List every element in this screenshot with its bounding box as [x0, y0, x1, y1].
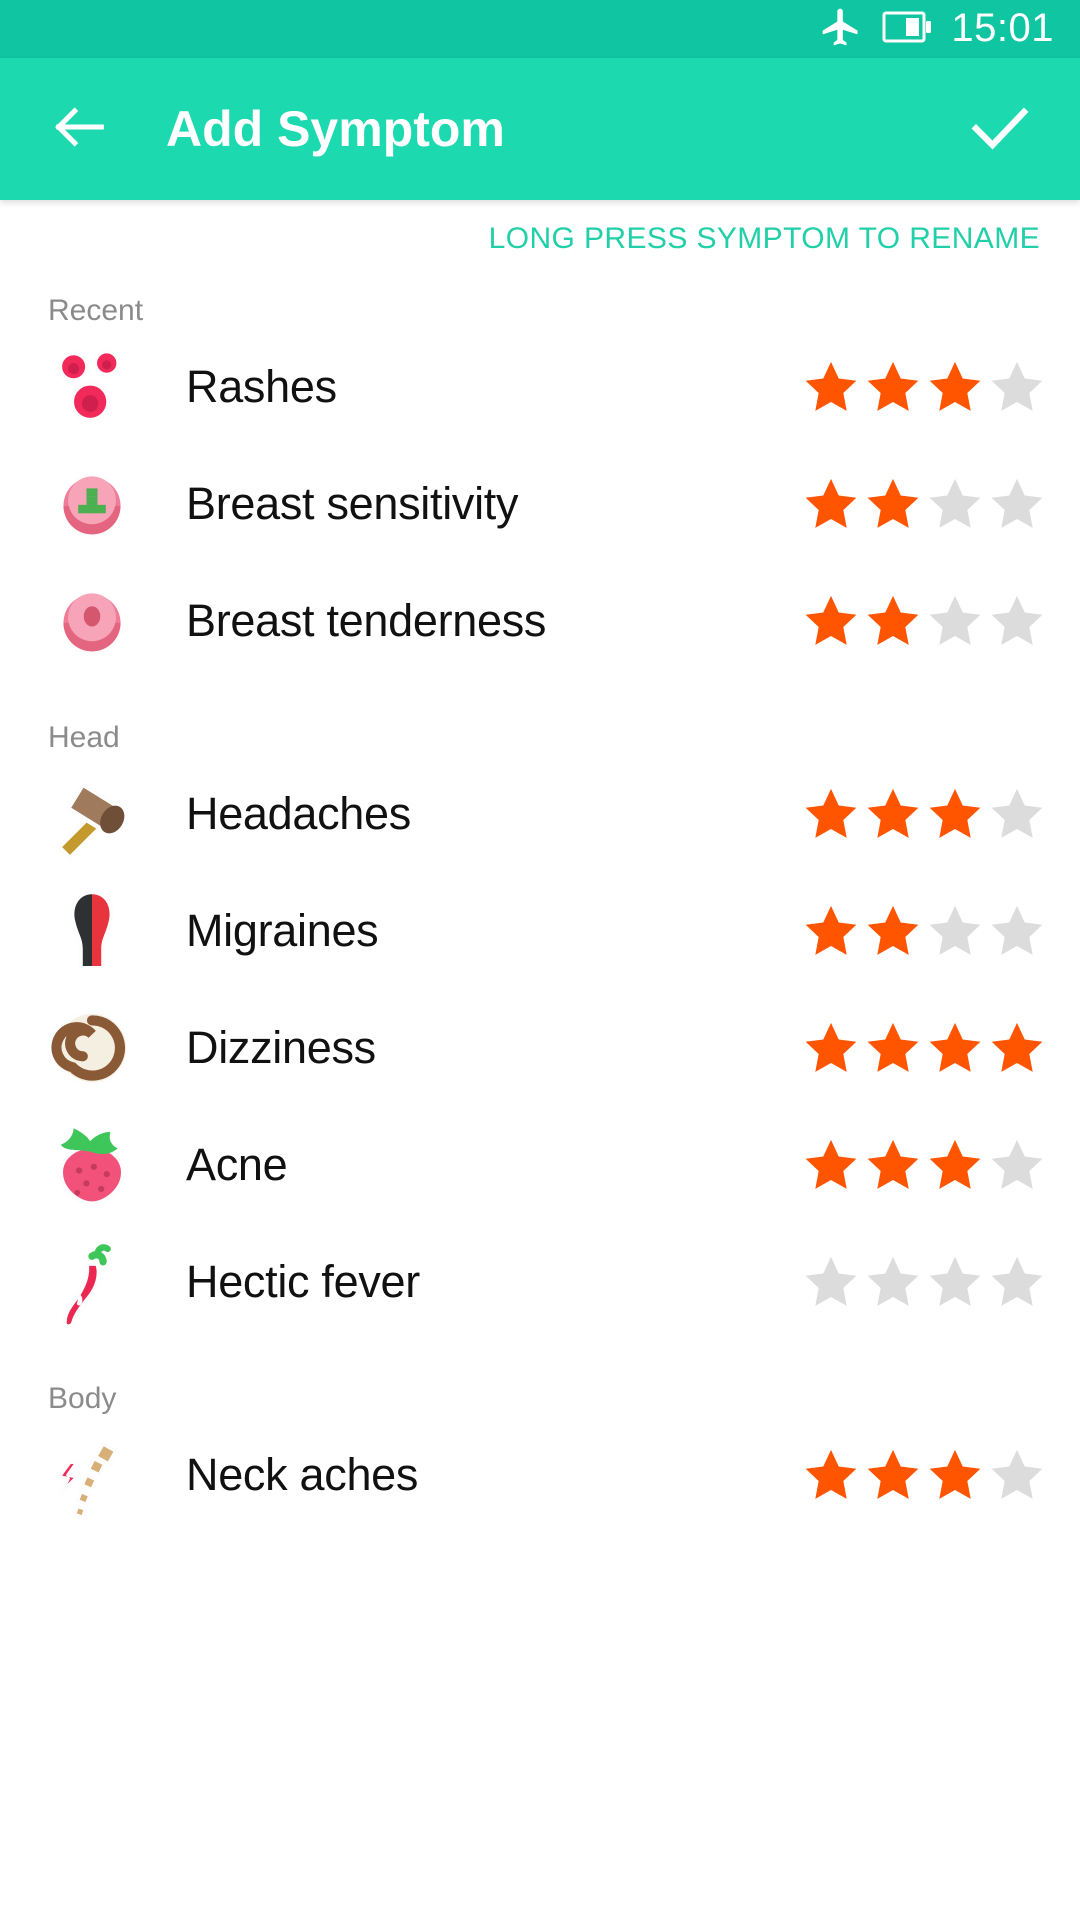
star-filled-icon: [805, 1449, 857, 1499]
star-filled-icon: [867, 1022, 919, 1072]
star-filled-icon: [805, 1139, 857, 1189]
symptom-label: Hectic fever: [186, 1255, 420, 1307]
severity-rating[interactable]: [802, 1253, 1046, 1311]
section-header: Recent: [48, 294, 144, 327]
star-filled-icon: [929, 1139, 981, 1189]
star-empty-icon: [867, 1256, 919, 1306]
star-filled-icon: [929, 788, 981, 838]
star-filled-icon: [991, 1022, 1043, 1072]
strawberry-icon: [44, 1117, 140, 1213]
battery-icon: [881, 10, 933, 49]
star-filled-icon: [929, 361, 981, 411]
symptom-label: Breast sensitivity: [186, 477, 519, 529]
symptom-row[interactable]: Breast tenderness: [0, 562, 1080, 679]
star-empty-icon: [929, 478, 981, 528]
status-bar: 15:01: [0, 0, 1080, 58]
symptom-label: Acne: [186, 1138, 288, 1190]
confirm-button[interactable]: [960, 89, 1040, 169]
symptom-row[interactable]: Headaches: [0, 755, 1080, 872]
symptom-row[interactable]: Neck aches: [0, 1416, 1080, 1533]
star-filled-icon: [867, 595, 919, 645]
section-head: Head Headaches Migraines Dizziness Acne …: [0, 721, 1080, 1340]
star-filled-icon: [867, 478, 919, 528]
star-empty-icon: [991, 595, 1043, 645]
section-header: Body: [48, 1382, 117, 1415]
symptom-row[interactable]: Hectic fever: [0, 1223, 1080, 1340]
symptom-label: Rashes: [186, 360, 337, 412]
symptom-row[interactable]: Breast sensitivity: [0, 445, 1080, 562]
star-filled-icon: [805, 595, 857, 645]
chili-pepper-icon: [44, 1234, 140, 1330]
symptom-label: Breast tenderness: [186, 594, 547, 646]
mallet-icon: [44, 766, 140, 862]
symptom-label: Neck aches: [186, 1448, 419, 1500]
star-empty-icon: [929, 1256, 981, 1306]
star-filled-icon: [805, 361, 857, 411]
severity-rating[interactable]: [802, 1136, 1046, 1194]
check-icon: [964, 91, 1036, 168]
spiral-icon: [44, 1000, 140, 1096]
star-empty-icon: [991, 1139, 1043, 1189]
star-filled-icon: [929, 1022, 981, 1072]
status-time: 15:01: [951, 5, 1054, 50]
star-empty-icon: [991, 478, 1043, 528]
symptom-row[interactable]: Migraines: [0, 872, 1080, 989]
severity-rating[interactable]: [802, 1446, 1046, 1504]
symptom-row[interactable]: Dizziness: [0, 989, 1080, 1106]
star-empty-icon: [991, 1256, 1043, 1306]
severity-rating[interactable]: [802, 592, 1046, 650]
star-empty-icon: [991, 361, 1043, 411]
severity-rating[interactable]: [802, 1019, 1046, 1077]
star-empty-icon: [805, 1256, 857, 1306]
star-filled-icon: [929, 1449, 981, 1499]
severity-rating[interactable]: [802, 785, 1046, 843]
section-body: Body Neck aches: [0, 1382, 1080, 1533]
star-filled-icon: [867, 788, 919, 838]
symptom-row[interactable]: Acne: [0, 1106, 1080, 1223]
star-empty-icon: [929, 905, 981, 955]
star-filled-icon: [805, 478, 857, 528]
star-filled-icon: [805, 905, 857, 955]
page-title: Add Symptom: [166, 101, 505, 157]
severity-rating[interactable]: [802, 358, 1046, 416]
symptom-list-scroll[interactable]: LONG PRESS SYMPTOM TO RENAME Recent Rash…: [0, 200, 1080, 1920]
symptom-label: Headaches: [186, 787, 411, 839]
symptom-row[interactable]: Rashes: [0, 328, 1080, 445]
star-empty-icon: [991, 1449, 1043, 1499]
symptom-sections: Recent Rashes Breast sensitivity Breast …: [0, 294, 1080, 1533]
breast-icon: [44, 573, 140, 669]
rename-hint: LONG PRESS SYMPTOM TO RENAME: [488, 222, 1040, 255]
star-filled-icon: [805, 1022, 857, 1072]
section-recent: Recent Rashes Breast sensitivity Breast …: [0, 294, 1080, 679]
star-filled-icon: [867, 1139, 919, 1189]
symptom-label: Dizziness: [186, 1021, 376, 1073]
star-filled-icon: [867, 905, 919, 955]
back-arrow-icon: [48, 95, 112, 164]
star-empty-icon: [991, 788, 1043, 838]
symptom-label: Migraines: [186, 904, 379, 956]
back-button[interactable]: [44, 93, 116, 165]
rash-spots-icon: [44, 339, 140, 435]
split-head-icon: [44, 883, 140, 979]
star-empty-icon: [929, 595, 981, 645]
severity-rating[interactable]: [802, 902, 1046, 960]
star-empty-icon: [991, 905, 1043, 955]
section-header: Head: [48, 721, 120, 754]
spine-bolt-icon: [44, 1427, 140, 1523]
star-filled-icon: [867, 1449, 919, 1499]
star-filled-icon: [867, 361, 919, 411]
star-filled-icon: [805, 788, 857, 838]
app-bar: Add Symptom: [0, 58, 1080, 200]
breast-plus-icon: [44, 456, 140, 552]
airplane-mode-icon: [819, 5, 863, 54]
severity-rating[interactable]: [802, 475, 1046, 533]
